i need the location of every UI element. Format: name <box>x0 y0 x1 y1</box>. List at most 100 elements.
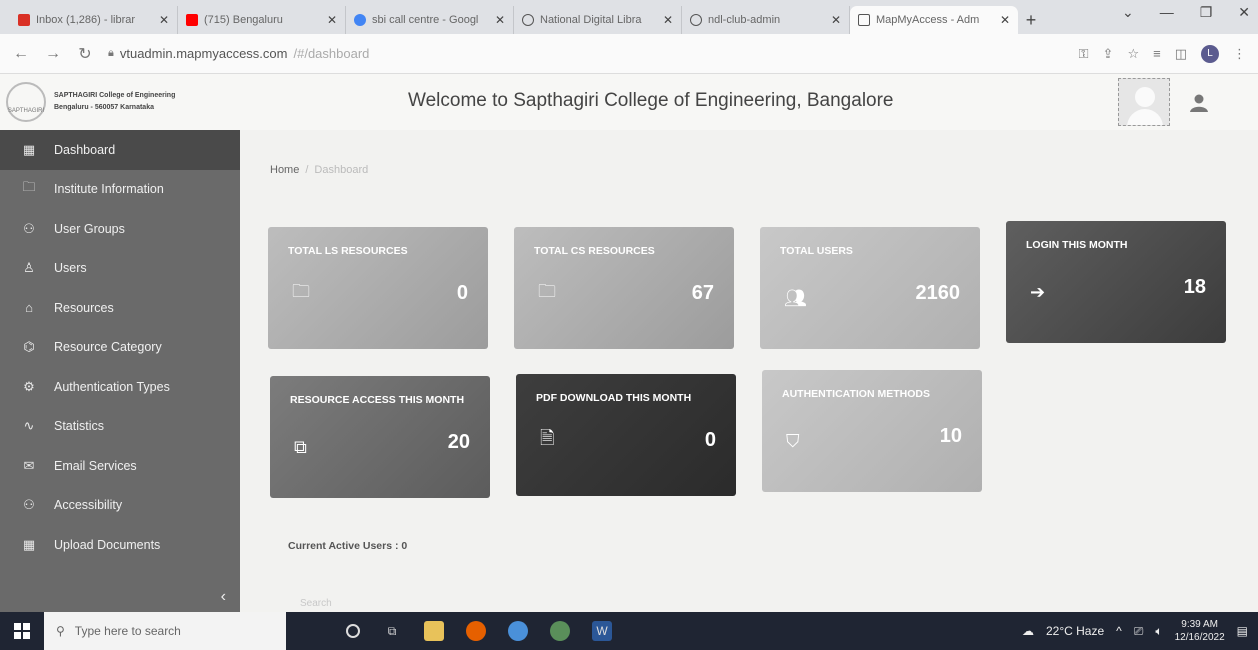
share-icon[interactable]: ⇪ <box>1103 46 1114 62</box>
close-icon[interactable]: ✕ <box>495 13 505 27</box>
breadcrumb-current: Dashboard <box>314 164 369 176</box>
close-window-button[interactable]: ✕ <box>1238 4 1250 21</box>
page-icon <box>858 14 870 26</box>
logo-text: SAPTHAGIRI <box>7 108 45 114</box>
sidebar-item-resource-category[interactable]: ⌬ Resource Category <box>0 328 240 368</box>
weather-text[interactable]: 22°C Haze <box>1046 624 1104 638</box>
url-path: /#/dashboard <box>293 46 370 61</box>
college-line-1: SAPTHAGIRI College of Engineering <box>54 92 176 99</box>
sidebar-item-label: Upload Documents <box>54 537 161 552</box>
sidebar-item-dashboard[interactable]: ▦ Dashboard <box>0 130 240 170</box>
task-view-icon[interactable]: ⧉ <box>382 621 402 641</box>
browser-tab[interactable]: sbi call centre - Googl ✕ <box>346 6 514 34</box>
cortana-icon[interactable] <box>346 624 360 638</box>
sidebar-item-accessibility[interactable]: ⚇ Accessibility <box>0 486 240 526</box>
folder-icon: 🗀︎ <box>22 179 36 195</box>
profile-avatar[interactable]: L <box>1201 44 1219 63</box>
close-icon[interactable]: ✕ <box>663 13 673 27</box>
browser-tab[interactable]: ndl-club-admin ✕ <box>682 6 850 34</box>
stat-card-authentication-methods[interactable]: AUTHENTICATION METHODS ⛉ 10 <box>762 370 982 492</box>
reading-list-icon[interactable]: ≡ <box>1153 46 1161 61</box>
stat-card-total-users[interactable]: TOTAL USERS 👥︎ 2160 <box>760 227 980 349</box>
sidebar-item-email-services[interactable]: ✉ Email Services <box>0 446 240 486</box>
back-button[interactable]: ← <box>12 45 30 63</box>
card-title: TOTAL USERS <box>780 245 853 257</box>
star-icon[interactable]: ☆ <box>1127 46 1139 62</box>
sidebar-item-authentication-types[interactable]: ⚙ Authentication Types <box>0 367 240 407</box>
avatar[interactable] <box>1118 78 1170 126</box>
user-icon[interactable] <box>1188 92 1210 114</box>
sidebar-item-label: Users <box>54 261 87 276</box>
network-icon[interactable]: ⎚ <box>1134 624 1144 639</box>
reload-button[interactable]: ↻ <box>76 44 94 64</box>
sidebar-item-user-groups[interactable]: ⚇ User Groups <box>0 209 240 249</box>
folder-icon: 🗀︎ <box>538 281 556 301</box>
user-icon: ♙ <box>23 260 35 276</box>
url-host: vtuadmin.mapmyaccess.com <box>119 46 288 61</box>
tab-title: sbi call centre - Googl <box>372 14 479 26</box>
sidebar-item-institute-information[interactable]: 🗀︎ Institute Information <box>0 170 240 210</box>
sidebar: ▦ Dashboard 🗀︎ Institute Information ⚇ U… <box>0 130 240 612</box>
card-title: LOGIN THIS MONTH <box>1026 239 1128 251</box>
volume-icon[interactable]: 🔈︎ <box>1155 624 1162 639</box>
windows-icon <box>14 623 30 639</box>
tab-title: National Digital Libra <box>540 14 642 26</box>
accessibility-icon: ⚇ <box>23 497 35 513</box>
stat-card-ls-resources[interactable]: TOTAL LS RESOURCES 🗀︎ 0 <box>268 227 488 349</box>
close-icon[interactable]: ✕ <box>159 13 169 27</box>
taskbar: ⚲ Type here to search ⧉ W ☁ 22°C Haze ^ … <box>0 612 1258 650</box>
system-tray: ☁ 22°C Haze ^ ⎚ 🔈︎ 9:39 AM 12/16/2022 ▤ <box>1022 612 1248 650</box>
chevron-up-icon[interactable]: ^ <box>1116 624 1122 638</box>
sidebar-item-label: Institute Information <box>54 182 164 197</box>
sidepanel-icon[interactable]: ◫ <box>1175 46 1187 62</box>
sidebar-item-upload-documents[interactable]: ▦ Upload Documents <box>0 525 240 565</box>
key-icon[interactable]: ⚿ <box>1079 46 1089 62</box>
chevron-down-icon[interactable]: ⌄ <box>1122 4 1134 21</box>
taskbar-search-placeholder: Type here to search <box>74 624 181 638</box>
restore-button[interactable]: ❐ <box>1200 4 1213 21</box>
minimize-button[interactable]: — <box>1160 4 1174 21</box>
notifications-icon[interactable]: ▤ <box>1237 624 1248 638</box>
shield-icon: ⛉ <box>786 431 800 451</box>
browser-tab[interactable]: Inbox (1,286) - librar ✕ <box>10 6 178 34</box>
chrome-icon[interactable] <box>508 621 528 641</box>
stat-card-cs-resources[interactable]: TOTAL CS RESOURCES 🗀︎ 67 <box>514 227 734 349</box>
browser-tab[interactable]: National Digital Libra ✕ <box>514 6 682 34</box>
sidebar-item-users[interactable]: ♙ Users <box>0 249 240 289</box>
sidebar-item-label: Statistics <box>54 419 105 434</box>
active-users-count: Current Active Users : 0 <box>288 540 408 552</box>
sidebar-item-statistics[interactable]: ∿ Statistics <box>0 407 240 447</box>
browser-tab[interactable]: (715) Bengaluru ✕ <box>178 6 346 34</box>
college-line-2: Bengaluru - 560057 Karnataka <box>54 104 154 111</box>
sidebar-item-label: Dashboard <box>54 142 116 157</box>
forward-button[interactable]: → <box>44 45 62 63</box>
menu-icon[interactable]: ⋮ <box>1233 46 1246 62</box>
breadcrumb-home[interactable]: Home <box>270 164 299 176</box>
search-hint[interactable]: Search <box>300 598 332 609</box>
sidebar-item-label: Email Services <box>54 458 137 473</box>
taskbar-search[interactable]: ⚲ Type here to search <box>44 612 286 650</box>
globe-icon <box>690 14 702 26</box>
chrome-profile-icon[interactable] <box>550 621 570 641</box>
close-icon[interactable]: ✕ <box>327 13 337 27</box>
url-field[interactable]: 🔒︎ vtuadmin.mapmyaccess.com /#/dashboard <box>108 46 1065 61</box>
windows-start-button[interactable] <box>0 612 44 650</box>
stat-card-resource-access[interactable]: RESOURCE ACCESS THIS MONTH ⧉ 20 <box>270 376 490 498</box>
browser-tab-active[interactable]: MapMyAccess - Adm ✕ <box>850 6 1018 34</box>
college-logo: SAPTHAGIRI <box>6 82 46 122</box>
stat-card-login-this-month[interactable]: LOGIN THIS MONTH ➔ 18 <box>1006 221 1226 343</box>
clock[interactable]: 9:39 AM 12/16/2022 <box>1175 618 1225 644</box>
new-tab-button[interactable]: + <box>1018 6 1044 34</box>
sidebar-item-resources[interactable]: ⌂ Resources <box>0 288 240 328</box>
card-title: AUTHENTICATION METHODS <box>782 388 930 400</box>
sidebar-item-label: User Groups <box>54 221 125 236</box>
word-icon[interactable]: W <box>592 621 612 641</box>
users-icon: 👥︎ <box>784 288 807 308</box>
card-value: 20 <box>447 431 470 453</box>
chevron-left-icon[interactable]: ‹ <box>221 588 226 606</box>
file-explorer-icon[interactable] <box>424 621 444 641</box>
close-icon[interactable]: ✕ <box>1000 13 1010 27</box>
stat-card-pdf-download[interactable]: PDF DOWNLOAD THIS MONTH 🗎︎ 0 <box>516 374 736 496</box>
firefox-icon[interactable] <box>466 621 486 641</box>
close-icon[interactable]: ✕ <box>831 13 841 27</box>
